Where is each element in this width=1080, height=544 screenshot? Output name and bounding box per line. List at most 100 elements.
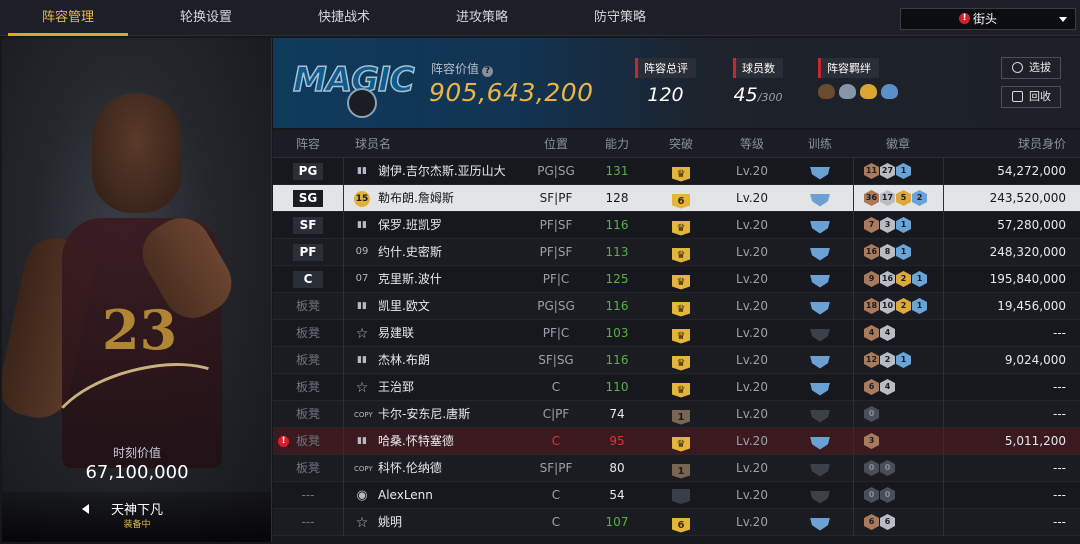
table-row[interactable]: 板凳 ☆ 易建联 PF|C 103 ♛ Lv.20 4 4 --- <box>273 319 1080 347</box>
region-select[interactable]: ! 街头 <box>900 8 1076 30</box>
table-row[interactable]: 板凳 ▮▮ 凯里.欧文 PG|SG 116 ♛ Lv.20 18 10 2 1 19,456,000 <box>273 292 1080 320</box>
table-row[interactable]: 板凳 ▮▮ 杰林.布朗 SF|SG 116 ♛ Lv.20 12 2 1 9,024,000 <box>273 346 1080 374</box>
lineup-slot[interactable]: 板凳 <box>273 293 343 320</box>
training-cell[interactable] <box>787 403 853 426</box>
lineup-slot[interactable]: PF <box>273 239 343 266</box>
lineup-slot[interactable]: --- <box>273 509 343 536</box>
player-name-cell[interactable]: 07 克里斯.波什 <box>343 265 523 293</box>
breakthrough-cell[interactable]: ♛ <box>645 323 717 344</box>
col-name[interactable]: 球员名 <box>343 135 523 152</box>
col-training[interactable]: 训练 <box>787 135 853 152</box>
table-row[interactable]: C 07 克里斯.波什 PF|C 125 ♛ Lv.20 9 16 2 1 195,840,000 <box>273 265 1080 293</box>
badges-cell[interactable]: 12 2 1 <box>853 346 943 374</box>
breakthrough-cell[interactable] <box>645 483 717 507</box>
table-row[interactable]: SF ▮▮ 保罗.班凯罗 PF|SF 116 ♛ Lv.20 7 3 1 57,280,000 <box>273 211 1080 239</box>
breakthrough-cell[interactable]: ♛ <box>645 161 717 182</box>
recycle-button[interactable]: 回收 <box>1001 86 1061 108</box>
training-cell[interactable] <box>787 511 853 534</box>
table-row[interactable]: SG 15 勒布朗.詹姆斯 SF|PF 128 6 Lv.20 36 17 5 2 243,520,0… <box>273 184 1080 212</box>
lineup-slot[interactable]: PG <box>273 158 343 185</box>
lineup-slot[interactable]: SG <box>273 185 343 212</box>
lineup-slot[interactable]: ! 板凳 <box>273 428 343 455</box>
table-row[interactable]: 板凳 COPY 卡尔-安东尼.唐斯 C|PF 74 1 Lv.20 0 --- <box>273 400 1080 428</box>
table-row[interactable]: PG ▮▮ 谢伊.吉尔杰斯.亚历山大 PG|SG 131 ♛ Lv.20 11 27 1 54,27… <box>273 157 1080 185</box>
breakthrough-cell[interactable]: 1 <box>645 404 717 425</box>
badges-cell[interactable]: 731 <box>853 211 943 239</box>
training-cell[interactable] <box>787 160 853 183</box>
badges-cell[interactable]: 11 27 1 <box>853 157 943 185</box>
player-name-cell[interactable]: COPY 卡尔-安东尼.唐斯 <box>343 400 523 428</box>
table-row[interactable]: PF 09 约什.史密斯 PF|SF 113 ♛ Lv.20 16 8 1 248,320,000 <box>273 238 1080 266</box>
table-row[interactable]: ! 板凳 ▮▮ 哈桑.怀特塞德 C 95 ♛ Lv.20 3 5,011,200 <box>273 427 1080 455</box>
player-name-cell[interactable]: ◉ AlexLenn <box>343 481 523 509</box>
col-ability[interactable]: 能力 <box>589 135 645 152</box>
table-row[interactable]: --- ☆ 姚明 C 107 6 Lv.20 6 6 --- <box>273 508 1080 536</box>
lineup-slot[interactable]: 板凳 <box>273 401 343 428</box>
player-name-cell[interactable]: 15 勒布朗.詹姆斯 <box>343 184 523 212</box>
tab-quick-tactics[interactable]: 快捷战术 <box>284 0 404 36</box>
player-card[interactable]: 23 时刻价值 67,100,000 天神下凡 装备中 <box>2 38 272 542</box>
table-row[interactable]: 板凳 ☆ 王治郅 C 110 ♛ Lv.20 6 4 --- <box>273 373 1080 401</box>
breakthrough-cell[interactable]: ♛ <box>645 350 717 371</box>
badges-cell[interactable]: 18 10 2 1 <box>853 292 943 320</box>
player-name-cell[interactable]: ▮▮ 哈桑.怀特塞德 <box>343 427 523 455</box>
badges-cell[interactable]: 00 <box>853 481 943 509</box>
player-name-cell[interactable]: COPY 科怀.伦纳德 <box>343 454 523 482</box>
lineup-slot[interactable]: 板凳 <box>273 455 343 482</box>
player-name-cell[interactable]: ▮▮ 谢伊.吉尔杰斯.亚历山大 <box>343 157 523 185</box>
training-cell[interactable] <box>787 376 853 399</box>
tab-offense-strategy[interactable]: 进攻策略 <box>422 0 542 36</box>
lineup-slot[interactable]: 板凳 <box>273 347 343 374</box>
training-cell[interactable] <box>787 214 853 237</box>
breakthrough-cell[interactable]: ♛ <box>645 377 717 398</box>
player-name-cell[interactable]: ▮▮ 保罗.班凯罗 <box>343 211 523 239</box>
training-cell[interactable] <box>787 187 853 210</box>
breakthrough-cell[interactable]: 1 <box>645 458 717 479</box>
training-cell[interactable] <box>787 430 853 453</box>
lineup-slot[interactable]: C <box>273 266 343 293</box>
training-cell[interactable] <box>787 484 853 507</box>
badges-cell[interactable]: 16 8 1 <box>853 238 943 266</box>
player-name-cell[interactable]: ☆ 王治郅 <box>343 373 523 401</box>
col-level[interactable]: 等级 <box>717 135 787 152</box>
training-cell[interactable] <box>787 349 853 372</box>
table-row[interactable]: --- ◉ AlexLenn C 54 Lv.20 0 0 --- <box>273 481 1080 509</box>
player-name-cell[interactable]: ☆ 姚明 <box>343 508 523 536</box>
col-position[interactable]: 位置 <box>523 135 589 152</box>
breakthrough-cell[interactable]: ♛ <box>645 431 717 452</box>
table-row[interactable]: 板凳 COPY 科怀.伦纳德 SF|PF 80 1 Lv.20 0 0 --- <box>273 454 1080 482</box>
training-cell[interactable] <box>787 295 853 318</box>
training-cell[interactable] <box>787 268 853 291</box>
player-name-cell[interactable]: ▮▮ 凯里.欧文 <box>343 292 523 320</box>
chemistry-icons[interactable] <box>818 84 898 99</box>
player-name-cell[interactable]: ☆ 易建联 <box>343 319 523 347</box>
pick-button[interactable]: 选拔 <box>1001 57 1061 79</box>
lineup-slot[interactable]: 板凳 <box>273 320 343 347</box>
badges-cell[interactable]: 36 17 5 2 <box>853 184 943 212</box>
col-slot[interactable]: 阵容 <box>273 135 343 152</box>
tab-rotation-settings[interactable]: 轮换设置 <box>146 0 266 36</box>
badges-cell[interactable]: 3 <box>853 427 943 455</box>
tab-lineup-management[interactable]: 阵容管理 <box>8 0 128 36</box>
training-cell[interactable] <box>787 457 853 480</box>
breakthrough-cell[interactable]: ♛ <box>645 242 717 263</box>
breakthrough-cell[interactable]: ♛ <box>645 215 717 236</box>
breakthrough-cell[interactable]: ♛ <box>645 296 717 317</box>
player-name-cell[interactable]: ▮▮ 杰林.布朗 <box>343 346 523 374</box>
lineup-slot[interactable]: SF <box>273 212 343 239</box>
lineup-slot[interactable]: 板凳 <box>273 374 343 401</box>
breakthrough-cell[interactable]: 6 <box>645 188 717 209</box>
training-cell[interactable] <box>787 241 853 264</box>
training-cell[interactable] <box>787 322 853 345</box>
col-breakthrough[interactable]: 突破 <box>645 135 717 152</box>
player-name-cell[interactable]: 09 约什.史密斯 <box>343 238 523 266</box>
badges-cell[interactable]: 64 <box>853 373 943 401</box>
breakthrough-cell[interactable]: ♛ <box>645 269 717 290</box>
breakthrough-cell[interactable]: 6 <box>645 512 717 533</box>
tab-defense-strategy[interactable]: 防守策略 <box>560 0 680 36</box>
lineup-slot[interactable]: --- <box>273 482 343 509</box>
badges-cell[interactable]: 44 <box>853 319 943 347</box>
badges-cell[interactable]: 0 <box>853 400 943 428</box>
col-value[interactable]: 球员身价 <box>943 135 1080 152</box>
col-badges[interactable]: 徽章 <box>853 135 943 152</box>
